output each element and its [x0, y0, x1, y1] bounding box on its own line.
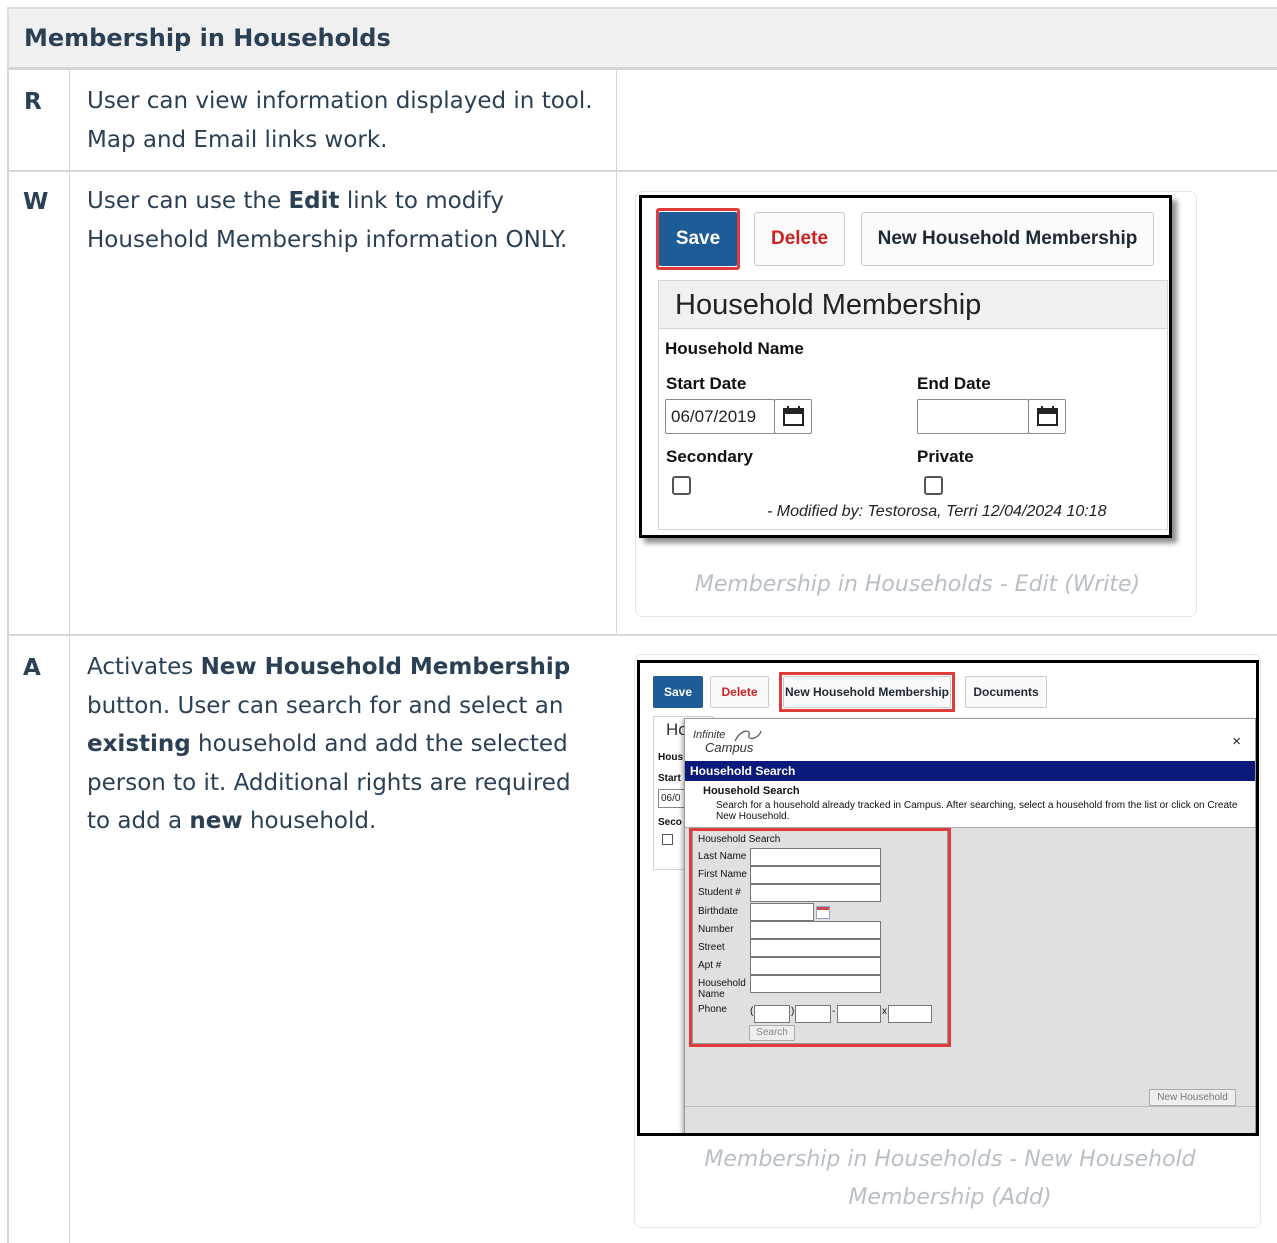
household-name-field[interactable]	[750, 975, 881, 993]
secondary-checkbox[interactable]	[672, 476, 691, 495]
search-button[interactable]: Search	[749, 1025, 795, 1041]
underlying-label: Start	[658, 773, 681, 784]
number-field[interactable]	[750, 921, 881, 939]
row-description: User can use the Edit link to modify Hou…	[87, 182, 597, 259]
field-label: First Name	[698, 869, 747, 880]
household-membership-panel: Household Membership Household Name Star…	[658, 280, 1168, 530]
column-divider-left	[69, 70, 70, 1243]
phone-ext-field[interactable]	[888, 1005, 932, 1023]
end-date-label: End Date	[917, 374, 991, 393]
modified-by-text: - Modified by: Testorosa, Terri 12/04/20…	[767, 503, 1107, 520]
student-number-field[interactable]	[750, 884, 881, 902]
highlight-box	[779, 672, 955, 712]
apt-field[interactable]	[750, 957, 881, 975]
intro-title: Household Search	[703, 785, 800, 797]
private-label: Private	[917, 447, 974, 466]
calendar-icon[interactable]	[816, 906, 830, 919]
last-name-field[interactable]	[750, 848, 881, 866]
field-label: Street	[698, 942, 725, 953]
field-label: Phone	[698, 1004, 727, 1015]
household-search-modal: Infinite Campus × Household Search House…	[684, 718, 1256, 1133]
figure-caption: Membership in Households - New Household…	[704, 1147, 1196, 1210]
edit-screenshot: Save Delete New Household Membership Hou…	[639, 195, 1172, 538]
intro-text: Search for a household already tracked i…	[716, 800, 1238, 822]
desc-text: household.	[242, 808, 377, 834]
street-field[interactable]	[750, 939, 881, 957]
panel-title: Household Membership	[659, 281, 1167, 329]
highlight-box	[656, 208, 740, 270]
figure-caption: Membership in Households - Edit (Write)	[694, 572, 1141, 597]
underlying-label: Seco	[658, 817, 682, 828]
desc-bold: existing	[87, 731, 191, 757]
new-household-membership-button[interactable]: New Household Membership	[861, 212, 1154, 266]
start-date-field[interactable]: 06/07/2019	[665, 399, 775, 434]
delete-button[interactable]: Delete	[710, 676, 769, 708]
desc-text: Activates	[87, 654, 201, 680]
modal-footer-divider	[685, 1106, 1255, 1107]
new-household-button[interactable]: New Household	[1149, 1089, 1236, 1106]
rights-table: Membership in Households R User can view…	[0, 0, 1277, 1243]
row-description: User can view information displayed in t…	[87, 82, 597, 159]
phone-prefix-field[interactable]	[795, 1005, 831, 1023]
calendar-icon[interactable]	[1028, 399, 1066, 434]
desc-text: User can view information displayed in t…	[87, 88, 593, 153]
column-divider-right	[616, 70, 617, 635]
field-label: Household Name	[698, 978, 746, 1000]
row-divider	[7, 634, 1277, 636]
secondary-label: Secondary	[666, 447, 753, 466]
end-date-field[interactable]	[917, 399, 1029, 434]
delete-button[interactable]: Delete	[754, 212, 845, 266]
row-divider	[7, 170, 1277, 172]
calendar-icon[interactable]	[774, 399, 812, 434]
phone-separator: -	[832, 1006, 836, 1017]
desc-text: button. User can search for and select a…	[87, 692, 564, 719]
field-label: Last Name	[698, 851, 747, 862]
table-header: Membership in Households	[7, 7, 1277, 70]
private-checkbox[interactable]	[924, 476, 943, 495]
modal-header: Infinite Campus ×	[685, 719, 1255, 761]
desc-bold: new	[189, 808, 243, 834]
phone-separator: x	[882, 1006, 887, 1017]
modal-title-bar: Household Search	[685, 761, 1255, 781]
phone-area-field[interactable]	[754, 1005, 790, 1023]
start-date-label: Start Date	[666, 374, 747, 393]
field-label: Birthdate	[698, 906, 739, 917]
desc-text: User can use the	[87, 188, 289, 214]
save-button[interactable]: Save	[653, 676, 703, 708]
row-letter: R	[24, 89, 42, 115]
phone-line-field[interactable]	[837, 1005, 881, 1023]
add-screenshot: Save Delete New Household Membership Doc…	[637, 660, 1259, 1136]
underlying-checkbox	[662, 834, 673, 845]
desc-bold: Edit	[288, 188, 340, 214]
field-label: Student #	[698, 887, 741, 898]
phone-separator: (	[750, 1006, 754, 1017]
logo-swirl-icon	[734, 730, 762, 742]
modal-intro: Household Search Search for a household …	[685, 781, 1255, 828]
table-left-border	[7, 70, 9, 1243]
documents-button[interactable]: Documents	[965, 676, 1047, 708]
desc-bold: New Household Membership	[200, 654, 571, 680]
row-letter: W	[23, 189, 49, 215]
household-name-label: Household Name	[665, 339, 804, 358]
field-label: Apt #	[698, 960, 722, 971]
form-title: Household Search	[698, 834, 781, 845]
row-description: Activates New Household Membership butto…	[87, 648, 592, 841]
underlying-label: Hous	[658, 752, 683, 763]
birthdate-field[interactable]	[750, 903, 814, 921]
close-icon[interactable]: ×	[1232, 733, 1241, 750]
row-letter: A	[23, 655, 41, 681]
phone-separator: )	[791, 1006, 795, 1017]
first-name-field[interactable]	[750, 866, 881, 884]
field-label: Number	[698, 924, 734, 935]
